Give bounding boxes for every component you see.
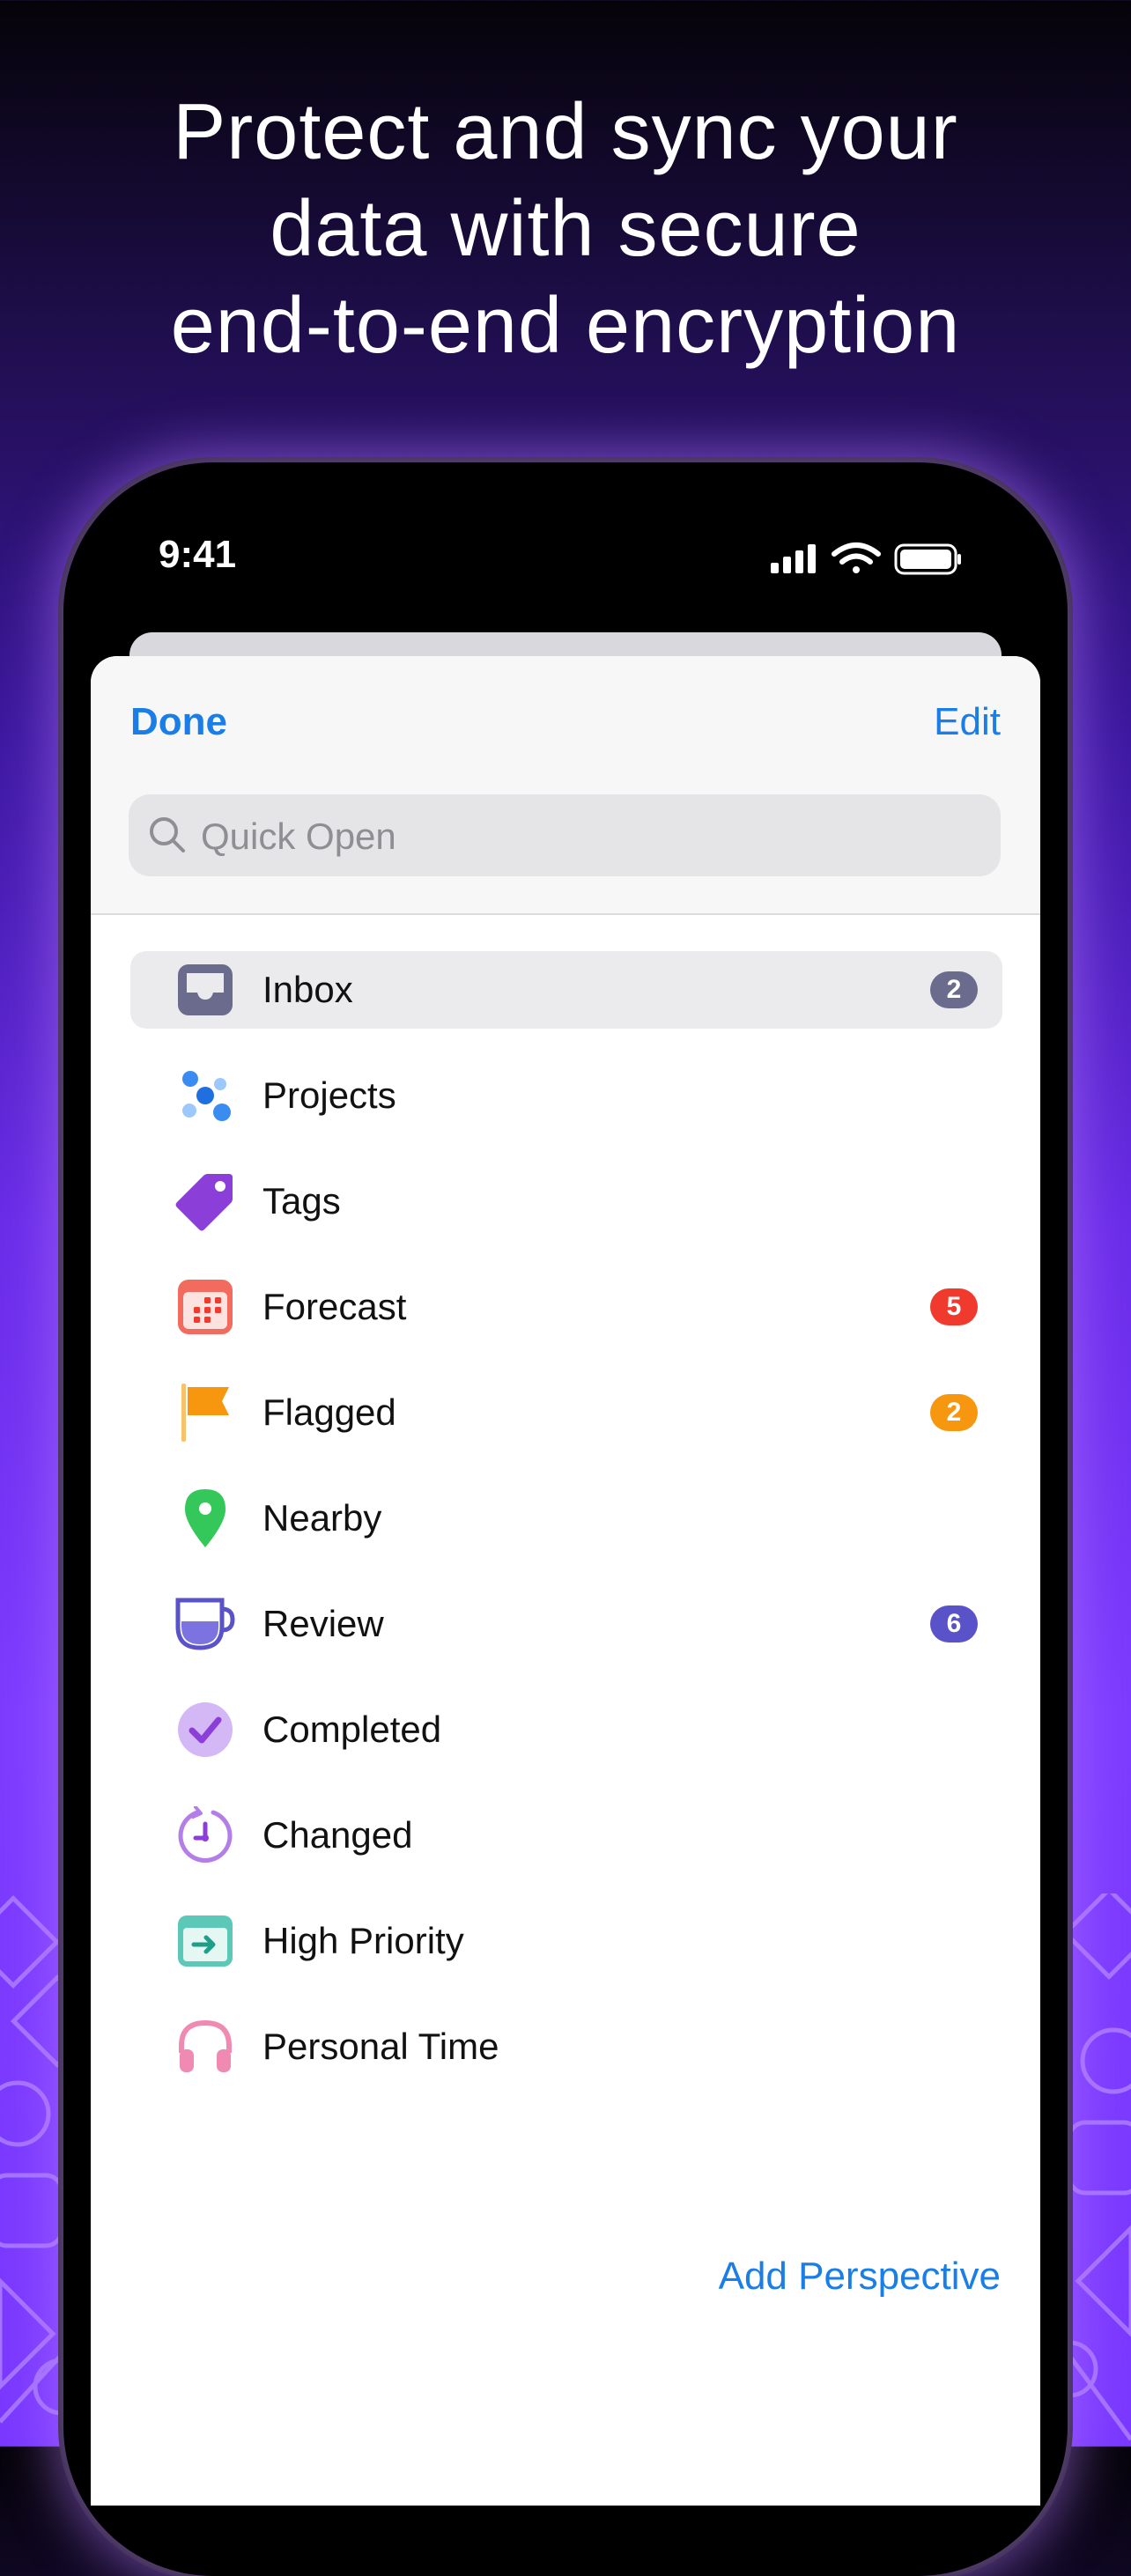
search-icon: [150, 817, 185, 853]
cellular-signal-icon: [771, 544, 816, 573]
perspective-completed[interactable]: Completed: [130, 1677, 1002, 1783]
clock-arrow-icon: [174, 1805, 236, 1866]
headline-line-2: data with secure: [270, 185, 861, 273]
perspective-label: Completed: [262, 1709, 442, 1750]
perspective-high-priority[interactable]: High Priority: [130, 1888, 1002, 1994]
perspective-label: Tags: [262, 1180, 341, 1222]
perspective-forecast[interactable]: Forecast 5: [130, 1254, 1002, 1360]
coffee-cup-icon: [174, 1593, 236, 1655]
quick-open-input[interactable]: [199, 794, 978, 878]
count-badge: 5: [930, 1288, 978, 1325]
perspective-label: Projects: [262, 1074, 396, 1116]
perspectives-sheet: Done Edit Inbox 2: [91, 656, 1040, 2506]
perspective-label: Inbox: [262, 969, 353, 1010]
high-priority-icon: [174, 1910, 236, 1972]
perspective-tags[interactable]: Tags: [130, 1148, 1002, 1254]
wifi-icon: [832, 543, 881, 573]
perspective-label: Review: [262, 1603, 384, 1644]
count-badge: 2: [930, 971, 978, 1008]
edit-button[interactable]: Edit: [934, 700, 1001, 744]
perspective-label: Flagged: [262, 1391, 396, 1433]
calendar-icon: [174, 1276, 236, 1338]
location-pin-icon: [174, 1487, 236, 1549]
perspective-label: Personal Time: [262, 2026, 499, 2067]
perspective-list: Inbox 2 Projects Tags Forecast 5 Flagged…: [130, 951, 1002, 2100]
headline-line-3: end-to-end encryption: [170, 282, 961, 370]
perspective-nearby[interactable]: Nearby: [130, 1465, 1002, 1571]
status-bar-icons: [771, 542, 965, 581]
projects-icon: [174, 1065, 236, 1126]
perspective-personal-time[interactable]: Personal Time: [130, 1994, 1002, 2100]
perspective-inbox[interactable]: Inbox 2: [130, 951, 1002, 1029]
perspective-projects[interactable]: Projects: [130, 1043, 1002, 1148]
quick-open-search[interactable]: [129, 794, 1001, 878]
perspective-changed[interactable]: Changed: [130, 1783, 1002, 1888]
count-badge: 2: [930, 1394, 978, 1431]
headphones-icon: [174, 2016, 236, 2078]
status-bar-time: 9:41: [159, 533, 237, 576]
checkmark-icon: [174, 1699, 236, 1760]
add-perspective-button[interactable]: Add Perspective: [719, 2255, 1001, 2299]
perspective-label: Forecast: [262, 1286, 407, 1327]
perspective-label: Changed: [262, 1814, 413, 1856]
perspective-label: High Priority: [262, 1920, 464, 1961]
perspective-label: Nearby: [262, 1497, 382, 1539]
sheet-header: Done Edit: [91, 656, 1040, 915]
done-button[interactable]: Done: [130, 700, 227, 744]
count-badge: 6: [930, 1605, 978, 1642]
headline-line-1: Protect and sync your: [173, 88, 958, 176]
battery-icon: [894, 543, 961, 575]
perspective-flagged[interactable]: Flagged 2: [130, 1360, 1002, 1465]
flag-icon: [174, 1382, 236, 1443]
tag-icon: [174, 1170, 236, 1232]
marketing-headline: Protect and sync your data with secure e…: [0, 84, 1131, 374]
perspective-review[interactable]: Review 6: [130, 1571, 1002, 1677]
inbox-icon: [174, 959, 236, 1021]
